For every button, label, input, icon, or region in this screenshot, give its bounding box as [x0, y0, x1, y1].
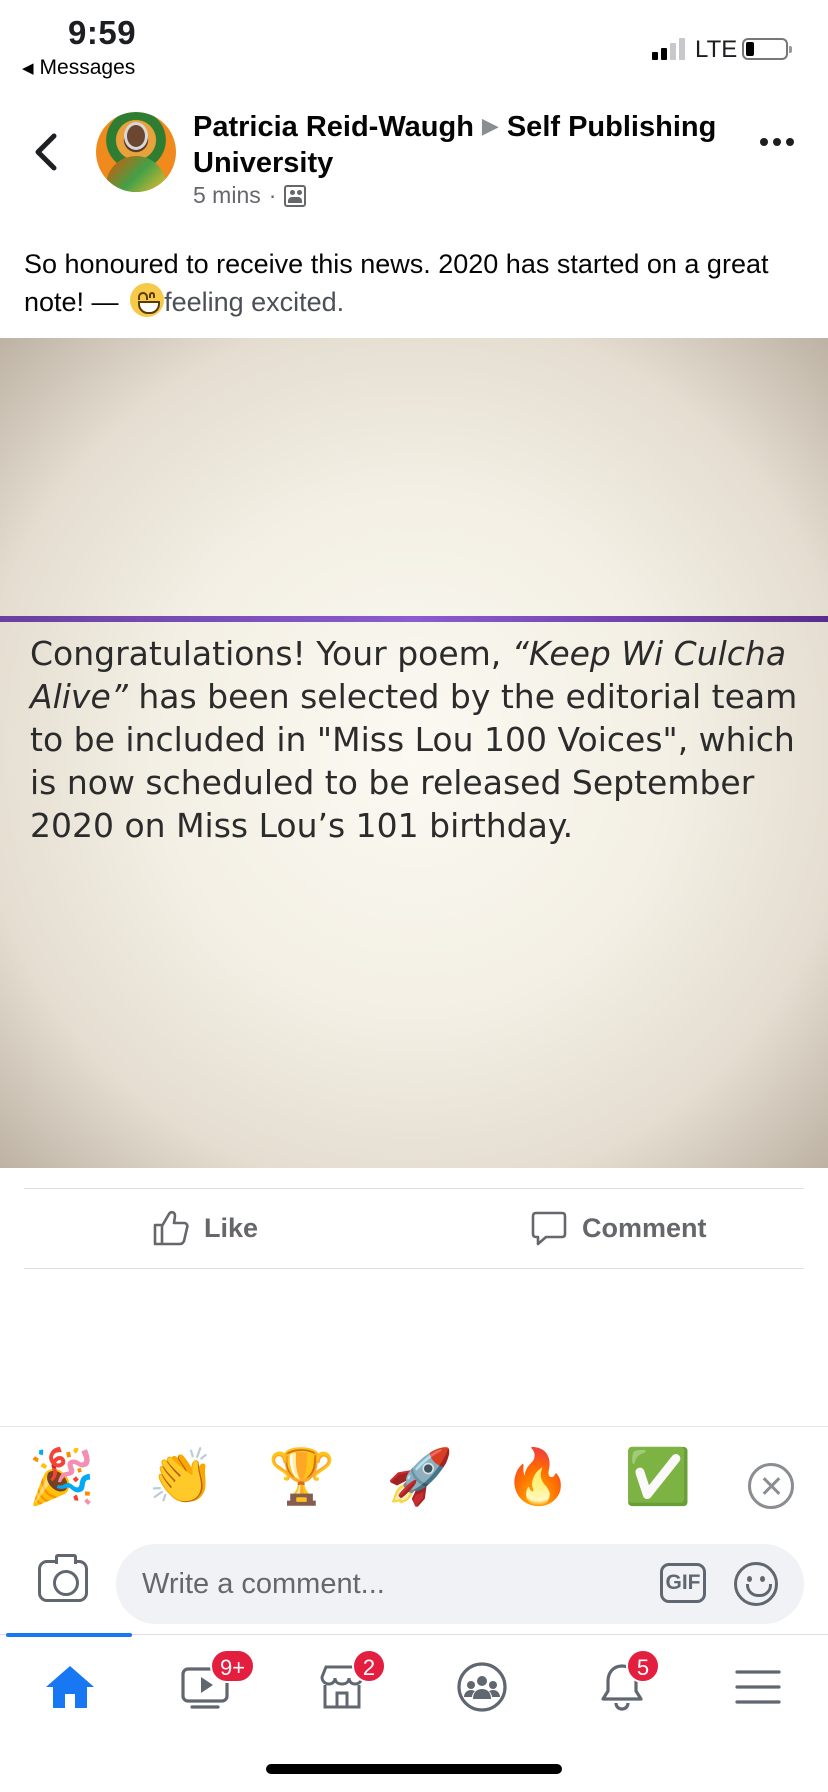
check-mark-icon[interactable]: ✅	[624, 1445, 691, 1509]
back-app-label: Messages	[39, 56, 136, 79]
home-icon	[46, 1666, 94, 1708]
hamburger-menu-icon	[735, 1670, 781, 1704]
tab-home[interactable]	[30, 1647, 110, 1727]
emoji-picker-icon[interactable]	[734, 1562, 778, 1606]
comment-label: Comment	[582, 1212, 707, 1243]
watch-badge: 9+	[210, 1649, 256, 1683]
trophy-icon[interactable]: 🏆	[268, 1445, 335, 1509]
post-timestamp[interactable]: 5 mins	[193, 182, 261, 209]
close-reactions-icon[interactable]	[748, 1463, 794, 1509]
tab-menu[interactable]	[718, 1647, 798, 1727]
status-bar: 9:59 ◀ Messages LTE	[0, 0, 828, 88]
fire-icon[interactable]: 🔥	[504, 1445, 571, 1509]
notifications-badge: 5	[626, 1649, 660, 1683]
author-name[interactable]: Patricia Reid-Waugh	[193, 111, 474, 143]
back-to-messages-link[interactable]: ◀ Messages	[22, 56, 135, 80]
image-text-start: Congratulations! Your poem,	[30, 634, 512, 673]
group-audience-icon	[284, 184, 307, 207]
rocket-icon[interactable]: 🚀	[386, 1445, 453, 1509]
thumbs-up-icon	[153, 1210, 189, 1246]
image-accent-band	[0, 616, 828, 622]
tab-groups[interactable]	[442, 1647, 522, 1727]
meta-separator: ·	[268, 182, 277, 208]
post-meta: 5 mins ·	[193, 182, 307, 209]
divider	[24, 1188, 804, 1189]
active-tab-indicator	[6, 1633, 132, 1637]
camera-icon[interactable]	[38, 1554, 88, 1602]
marketplace-badge: 2	[352, 1649, 386, 1683]
post-image[interactable]: Congratulations! Your poem, “Keep Wi Cul…	[0, 338, 828, 1168]
cellular-signal-icon	[652, 36, 685, 60]
like-label: Like	[204, 1212, 259, 1243]
quick-reactions-bar: 🎉 👏 🏆 🚀 🔥 ✅	[0, 1426, 828, 1532]
image-text-rest: has been selected by the editorial team …	[30, 677, 798, 845]
battery-icon	[742, 38, 792, 60]
shared-to-arrow-icon: ▶	[481, 113, 499, 138]
author-avatar[interactable]	[96, 112, 176, 192]
post-author-line: Patricia Reid-Waugh ▶ Self Publishing Univ…	[193, 110, 733, 180]
status-time: 9:59	[68, 14, 137, 51]
clapping-hands-icon[interactable]: 👏	[148, 1445, 215, 1509]
like-button[interactable]: Like	[152, 1208, 258, 1248]
more-options-icon[interactable]	[760, 138, 794, 146]
groups-icon	[457, 1662, 507, 1712]
back-triangle-icon: ◀	[22, 60, 34, 77]
bottom-tab-bar: 9+ 2 5	[0, 1633, 828, 1730]
gif-button[interactable]: GIF	[660, 1563, 706, 1603]
network-type: LTE	[695, 36, 738, 63]
comment-button[interactable]: Comment	[530, 1208, 707, 1248]
divider	[24, 1268, 804, 1269]
back-chevron-icon[interactable]	[30, 130, 64, 174]
tab-watch[interactable]: 9+	[166, 1647, 256, 1727]
image-congratulations-text: Congratulations! Your poem, “Keep Wi Cul…	[30, 632, 800, 847]
party-popper-icon[interactable]: 🎉	[28, 1445, 95, 1509]
tab-marketplace[interactable]: 2	[302, 1647, 386, 1727]
feeling-excited-emoji-icon	[130, 283, 165, 317]
feeling-label[interactable]: feeling excited.	[164, 287, 344, 317]
comment-bubble-icon	[531, 1211, 567, 1246]
home-indicator[interactable]	[266, 1764, 562, 1774]
tab-notifications[interactable]: 5	[582, 1647, 662, 1727]
post-text: So honoured to receive this news. 2020 h…	[24, 246, 804, 321]
